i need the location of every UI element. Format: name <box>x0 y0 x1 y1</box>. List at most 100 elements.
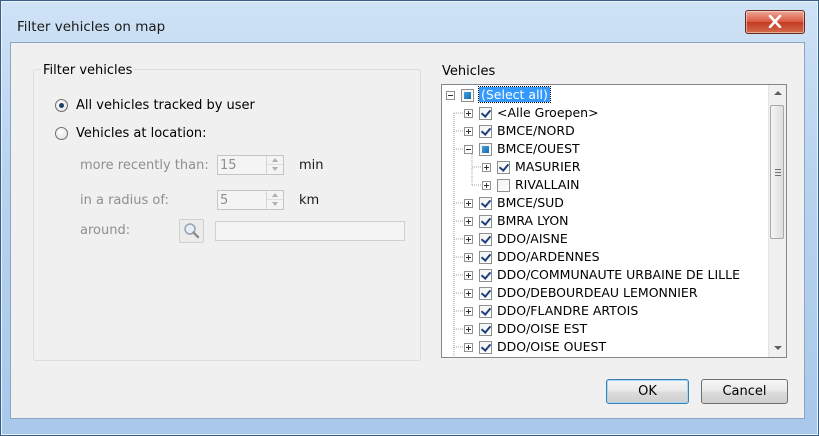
radius-up-arrow-icon[interactable] <box>267 191 283 200</box>
expand-plus-icon[interactable] <box>482 181 491 190</box>
tree-node-label: BMCE/OUEST <box>497 141 580 156</box>
tree-node-label: (Select all) <box>478 86 551 103</box>
tree-node[interactable]: DDO/OISE OUEST <box>442 339 772 355</box>
scrollbar-thumb[interactable] <box>770 105 784 239</box>
tree-node-checkbox[interactable] <box>461 89 474 102</box>
expand-plus-icon[interactable] <box>464 199 473 208</box>
expand-plus-icon[interactable] <box>464 217 473 226</box>
tree-node[interactable]: BMCE/NORD <box>442 123 772 139</box>
close-icon <box>768 15 782 28</box>
expand-plus-icon[interactable] <box>464 127 473 136</box>
tree-node-label: MASURIER <box>515 159 581 174</box>
tree-node-checkbox[interactable] <box>479 251 492 264</box>
recent-label: more recently than: <box>80 158 209 173</box>
expand-plus-icon[interactable] <box>482 163 491 172</box>
radius-down-arrow-icon[interactable] <box>267 200 283 209</box>
tree-node-checkbox[interactable] <box>479 233 492 246</box>
tree-node-checkbox[interactable] <box>479 215 492 228</box>
grip-line <box>775 175 781 176</box>
location-input[interactable] <box>215 221 405 241</box>
recent-stepper-buttons <box>266 156 283 174</box>
recent-unit: min <box>299 158 324 173</box>
expand-plus-icon[interactable] <box>464 235 473 244</box>
collapse-minus-icon[interactable] <box>464 145 473 154</box>
tree-node[interactable]: <Alle Groepen> <box>442 105 772 121</box>
tree-node[interactable]: BMRA LYON <box>442 213 772 229</box>
tree-node-label: DDO/AISNE <box>497 231 568 246</box>
window-title: Filter vehicles on map <box>17 19 166 35</box>
filter-dialog: Filter vehicles on map Filter vehicles A… <box>0 0 819 436</box>
tree-node-label: DDO/COMMUNAUTE URBAINE DE LILLE <box>497 267 740 282</box>
expand-plus-icon[interactable] <box>464 253 473 262</box>
tree-node[interactable]: DDO/DEBOURDEAU LEMONNIER <box>442 285 772 301</box>
expand-plus-icon[interactable] <box>464 109 473 118</box>
tree-node[interactable]: DDO/ARDENNES <box>442 249 772 265</box>
tree-node-checkbox[interactable] <box>479 287 492 300</box>
tree-node[interactable]: DDO/COMMUNAUTE URBAINE DE LILLE <box>442 267 772 283</box>
tree-node[interactable]: MASURIER <box>442 159 772 175</box>
recent-down-arrow-icon[interactable] <box>267 165 283 174</box>
collapse-minus-icon[interactable] <box>446 91 455 100</box>
cancel-button[interactable]: Cancel <box>701 379 788 404</box>
tree-node-checkbox[interactable] <box>479 341 492 354</box>
recent-up-arrow-icon[interactable] <box>267 156 283 165</box>
radio-all-indicator[interactable] <box>55 99 68 112</box>
tree-node-label: DDO/OISE OUEST <box>497 339 607 354</box>
tree-scrollbar[interactable] <box>768 85 786 357</box>
recent-stepper[interactable]: 15 <box>217 155 284 175</box>
radius-stepper[interactable]: 5 <box>217 190 284 210</box>
tree-node-checkbox[interactable] <box>479 323 492 336</box>
title-bar[interactable]: Filter vehicles on map <box>1 1 818 39</box>
tree-node[interactable]: BMCE/SUD <box>442 195 772 211</box>
tree-node-checkbox[interactable] <box>479 269 492 282</box>
tree-node-label: BMRA LYON <box>497 213 569 228</box>
tree-node[interactable]: BMCE/OUEST <box>442 141 772 157</box>
vehicles-label: Vehicles <box>442 64 496 79</box>
radius-stepper-buttons <box>266 191 283 209</box>
tree-node-label: RIVALLAIN <box>515 177 580 192</box>
tree-node-label: <Alle Groepen> <box>497 105 599 120</box>
tree-node-checkbox[interactable] <box>479 125 492 138</box>
scroll-up-arrow-icon[interactable] <box>769 85 786 102</box>
expand-plus-icon[interactable] <box>464 289 473 298</box>
tree-node-checkbox[interactable] <box>479 143 492 156</box>
radius-label: in a radius of: <box>80 193 169 208</box>
filter-group-title: Filter vehicles <box>41 63 135 78</box>
tree-node[interactable]: DDO/FLANDRE ARTOIS <box>442 303 772 319</box>
tree-node-checkbox[interactable] <box>497 161 510 174</box>
tree-node-label: BMCE/SUD <box>497 195 564 210</box>
dialog-body: Filter vehicles All vehicles tracked by … <box>10 42 805 419</box>
recent-value: 15 <box>220 158 237 173</box>
grip-line <box>775 172 781 173</box>
radius-value: 5 <box>220 193 229 208</box>
close-button[interactable] <box>745 10 805 34</box>
tree-node[interactable]: RIVALLAIN <box>442 177 772 193</box>
expand-plus-icon[interactable] <box>464 343 473 352</box>
tree-node-label: DDO/ARDENNES <box>497 249 600 264</box>
tree-node-checkbox[interactable] <box>479 305 492 318</box>
expand-plus-icon[interactable] <box>464 307 473 316</box>
radius-unit: km <box>299 193 320 208</box>
tree-node-label: DDO/FLANDRE ARTOIS <box>497 303 639 318</box>
grip-line <box>775 169 781 170</box>
ok-button[interactable]: OK <box>606 379 689 404</box>
location-search-button[interactable] <box>179 219 204 243</box>
expand-plus-icon[interactable] <box>464 271 473 280</box>
tree-node-checkbox[interactable] <box>479 107 492 120</box>
scroll-down-arrow-icon[interactable] <box>769 340 786 357</box>
radio-all-label: All vehicles tracked by user <box>76 98 255 113</box>
radio-location-indicator[interactable] <box>55 127 68 140</box>
radio-at-location[interactable]: Vehicles at location: <box>55 126 207 141</box>
tree-node-label: BMCE/NORD <box>497 123 575 138</box>
tree-node-label: DDO/OISE EST <box>497 321 588 336</box>
vehicles-tree[interactable]: (Select all) <Alle Groepen> BMCE/NORD BMCE/… <box>441 84 787 358</box>
radio-all-vehicles[interactable]: All vehicles tracked by user <box>55 98 255 113</box>
tree-node-checkbox[interactable] <box>479 197 492 210</box>
tree-node-label: DDO/DEBOURDEAU LEMONNIER <box>497 285 698 300</box>
tree-node-checkbox[interactable] <box>497 179 510 192</box>
magnifier-icon <box>184 223 200 239</box>
tree-node[interactable]: (Select all) <box>442 86 772 103</box>
tree-node[interactable]: DDO/OISE EST <box>442 321 772 337</box>
expand-plus-icon[interactable] <box>464 325 473 334</box>
tree-node[interactable]: DDO/AISNE <box>442 231 772 247</box>
